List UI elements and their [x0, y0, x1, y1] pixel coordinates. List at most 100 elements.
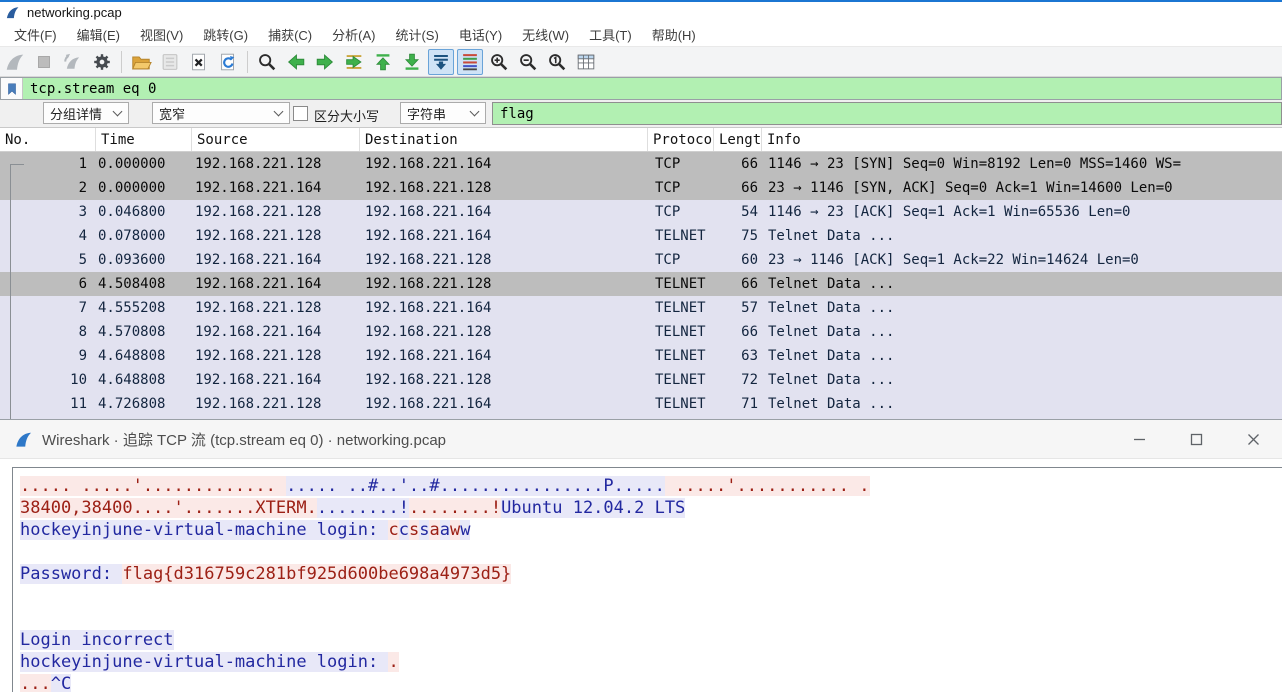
server-data-segment: ^C	[50, 674, 72, 692]
packet-cell-source: 192.168.221.128	[195, 300, 322, 316]
menu-item[interactable]: 帮助(H)	[642, 22, 706, 47]
go-last-packet-icon[interactable]	[399, 49, 425, 75]
close-button[interactable]	[1225, 420, 1282, 458]
stream-line	[20, 607, 1282, 629]
colorize-packets-icon[interactable]	[457, 48, 483, 75]
find-query-input[interactable]	[492, 102, 1282, 125]
packet-row[interactable]: 8 4.570808 192.168.221.164 192.168.221.128 T…	[0, 320, 1282, 344]
packet-cell-source: 192.168.221.128	[195, 204, 322, 220]
packet-cell-info: Telnet Data ...	[768, 300, 895, 316]
menu-item[interactable]: 统计(S)	[385, 22, 448, 47]
case-sensitive-checkbox[interactable]	[293, 106, 308, 121]
packet-cell-info: 23 → 1146 [ACK] Seq=1 Ack=22 Win=14624 L…	[768, 252, 1139, 268]
packet-row[interactable]: 10 4.648808 192.168.221.164 192.168.221.128…	[0, 368, 1282, 392]
packet-row[interactable]: 9 4.648808 192.168.221.128 192.168.221.164 T…	[0, 344, 1282, 368]
resize-columns-icon[interactable]	[573, 49, 599, 75]
packet-cell-info: Telnet Data ...	[768, 228, 895, 244]
column-header-length[interactable]: Length	[714, 128, 762, 151]
packet-cell-no: 9	[78, 348, 87, 364]
open-file-icon[interactable]	[128, 49, 154, 75]
zoom-out-icon[interactable]	[515, 49, 541, 75]
packet-cell-protocol: TELNET	[655, 372, 706, 388]
start-capture-icon	[2, 49, 28, 75]
find-type-dropdown[interactable]: 字符串	[400, 102, 486, 124]
close-file-icon[interactable]	[186, 49, 212, 75]
find-search-in-value: 分组详情	[50, 106, 103, 122]
go-to-packet-icon[interactable]	[341, 49, 367, 75]
packet-cell-info: Telnet Data ...	[768, 348, 895, 364]
column-header-destination[interactable]: Destination	[360, 128, 648, 151]
packet-cell-protocol: TELNET	[655, 348, 706, 364]
column-header-source[interactable]: Source	[192, 128, 360, 151]
packet-cell-time: 4.726808	[98, 396, 166, 412]
zoom-original-icon[interactable]	[544, 49, 570, 75]
go-first-packet-icon[interactable]	[370, 49, 396, 75]
packet-cell-protocol: TELNET	[655, 300, 706, 316]
packet-cell-time: 0.046800	[98, 204, 166, 220]
chevron-down-icon	[112, 106, 123, 117]
packet-cell-length: 66	[741, 324, 758, 340]
find-packet-bar: 分组详情 宽窄 区分大小写 字符串	[0, 100, 1282, 128]
server-data-segment: Password:	[20, 564, 123, 584]
display-filter-input[interactable]	[23, 78, 1281, 99]
packet-cell-no: 2	[78, 180, 87, 196]
find-type-value: 字符串	[407, 106, 447, 122]
column-header-no[interactable]: No.	[0, 128, 96, 151]
packet-cell-source: 192.168.221.128	[195, 396, 322, 412]
packet-row[interactable]: 6 4.508408 192.168.221.164 192.168.221.128 T…	[0, 272, 1282, 296]
reload-file-icon[interactable]	[215, 49, 241, 75]
stream-line	[20, 585, 1282, 607]
maximize-button[interactable]	[1168, 420, 1225, 458]
packet-cell-protocol: TCP	[655, 156, 681, 172]
packet-row[interactable]: 4 0.078000 192.168.221.128 192.168.221.164 T…	[0, 224, 1282, 248]
go-back-icon[interactable]	[283, 49, 309, 75]
packet-cell-length: 57	[741, 300, 758, 316]
server-data-segment: hockeyinjune-virtual-machine login:	[20, 520, 389, 540]
packet-row[interactable]: 3 0.046800 192.168.221.128 192.168.221.164 T…	[0, 200, 1282, 224]
menu-item[interactable]: 捕获(C)	[258, 22, 322, 47]
column-header-protocol[interactable]: Protocol	[648, 128, 714, 151]
packet-cell-length: 63	[741, 348, 758, 364]
find-packet-icon[interactable]	[254, 49, 280, 75]
packet-cell-source: 192.168.221.164	[195, 252, 322, 268]
go-forward-icon[interactable]	[312, 49, 338, 75]
menu-item[interactable]: 工具(T)	[579, 22, 642, 47]
filter-bookmark-button[interactable]	[1, 78, 23, 99]
find-search-in-dropdown[interactable]: 分组详情	[43, 102, 129, 124]
find-char-width-dropdown[interactable]: 宽窄	[152, 102, 290, 124]
zoom-in-icon[interactable]	[486, 49, 512, 75]
client-data-segment: .	[388, 652, 399, 672]
menu-item[interactable]: 分析(A)	[322, 22, 385, 47]
chevron-down-icon	[273, 106, 284, 117]
minimize-button[interactable]	[1111, 420, 1168, 458]
menu-item[interactable]: 跳转(G)	[193, 22, 258, 47]
menu-bar: 文件(F) 编辑(E) 视图(V) 跳转(G) 捕获(C) 分析(A) 统计(S) 电话(Y)…	[0, 22, 1282, 46]
packet-cell-protocol: TCP	[655, 252, 681, 268]
packet-cell-source: 192.168.221.164	[195, 324, 322, 340]
capture-options-icon[interactable]	[89, 49, 115, 75]
menu-item[interactable]: 编辑(E)	[67, 22, 130, 47]
menu-item[interactable]: 视图(V)	[130, 22, 193, 47]
find-char-width-value: 宽窄	[159, 106, 186, 122]
client-data-segment: ...	[20, 674, 51, 692]
menu-item[interactable]: 无线(W)	[512, 22, 579, 47]
stop-capture-icon	[31, 49, 57, 75]
auto-scroll-icon[interactable]	[428, 48, 454, 75]
packet-cell-length: 66	[741, 180, 758, 196]
stream-content-box[interactable]: ..... .....'............. ..... ..#..'..…	[12, 467, 1282, 692]
packet-row[interactable]: 2 0.000000 192.168.221.164 192.168.221.128 T…	[0, 176, 1282, 200]
packet-cell-length: 66	[741, 156, 758, 172]
packet-cell-info: 1146 → 23 [ACK] Seq=1 Ack=1 Win=65536 Le…	[768, 204, 1131, 220]
client-data-segment: flag{d316759c281bf925d600be698a4973d5}	[122, 564, 512, 584]
column-header-info[interactable]: Info	[762, 128, 1282, 151]
packet-row[interactable]: 5 0.093600 192.168.221.164 192.168.221.128 T…	[0, 248, 1282, 272]
packet-cell-length: 60	[741, 252, 758, 268]
server-data-segment: w	[460, 520, 471, 540]
menu-item[interactable]: 电话(Y)	[449, 22, 512, 47]
dialog-window-controls	[1111, 420, 1282, 458]
packet-row[interactable]: 7 4.555208 192.168.221.128 192.168.221.164 T…	[0, 296, 1282, 320]
packet-row[interactable]: 1 0.000000 192.168.221.128 192.168.221.164 T…	[0, 152, 1282, 176]
packet-row[interactable]: 11 4.726808 192.168.221.128 192.168.221.164…	[0, 392, 1282, 416]
menu-item[interactable]: 文件(F)	[4, 22, 67, 47]
column-header-time[interactable]: Time	[96, 128, 192, 151]
